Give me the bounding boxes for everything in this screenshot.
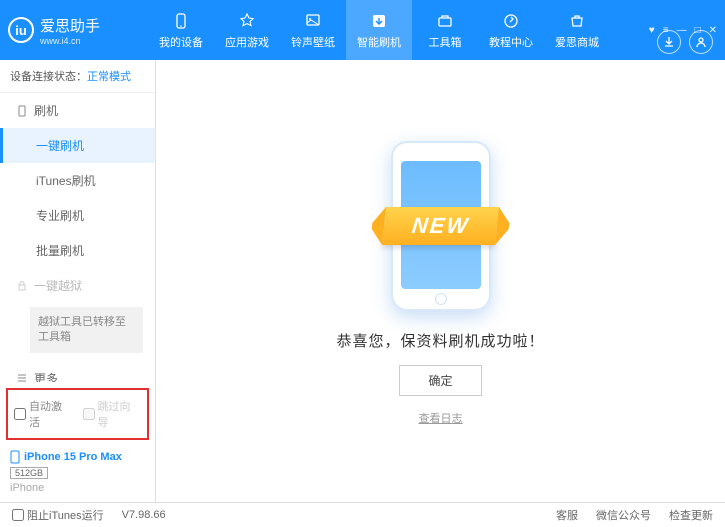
footer-link-wechat[interactable]: 微信公众号	[596, 507, 651, 523]
device-type: iPhone	[10, 482, 145, 494]
nav-item-2[interactable]: 铃声壁纸	[280, 0, 346, 60]
logo-icon: iu	[8, 17, 34, 43]
app-url: www.i4.cn	[40, 36, 100, 46]
phone-icon	[16, 105, 28, 117]
sidebar-item-flash-3[interactable]: 批量刷机	[0, 233, 155, 268]
section-flash[interactable]: 刷机	[0, 93, 155, 128]
nav-item-3[interactable]: 智能刷机	[346, 0, 412, 60]
device-icon	[10, 450, 20, 464]
view-log-link[interactable]: 查看日志	[419, 410, 463, 426]
options-highlight-box: 自动激活 跳过向导	[6, 388, 149, 440]
top-nav: 我的设备应用游戏铃声壁纸智能刷机工具箱教程中心爱思商城	[148, 0, 649, 60]
status-label: 设备连接状态：	[10, 71, 87, 83]
user-button[interactable]	[689, 30, 713, 54]
jailbreak-notice: 越狱工具已转移至工具箱	[30, 307, 143, 353]
footer: 阻止iTunes运行 V7.98.66 客服 微信公众号 检查更新	[0, 502, 725, 527]
nav-icon	[501, 11, 521, 31]
tray-icon[interactable]: ♥	[649, 25, 655, 36]
device-info[interactable]: iPhone 15 Pro Max 512GB iPhone	[0, 444, 155, 502]
list-icon	[16, 372, 28, 382]
app-header: iu 爱思助手 www.i4.cn 我的设备应用游戏铃声壁纸智能刷机工具箱教程中…	[0, 0, 725, 60]
lock-icon	[16, 280, 28, 292]
sidebar-item-flash-0[interactable]: 一键刷机	[0, 128, 155, 163]
nav-icon	[303, 11, 323, 31]
footer-link-support[interactable]: 客服	[556, 507, 578, 523]
nav-icon	[369, 11, 389, 31]
version-label: V7.98.66	[122, 509, 166, 521]
sidebar-item-flash-2[interactable]: 专业刷机	[0, 198, 155, 233]
nav-item-4[interactable]: 工具箱	[412, 0, 478, 60]
app-title: 爱思助手	[40, 15, 100, 36]
nav-item-0[interactable]: 我的设备	[148, 0, 214, 60]
new-ribbon: NEW	[382, 207, 499, 245]
nav-item-5[interactable]: 教程中心	[478, 0, 544, 60]
download-button[interactable]	[657, 30, 681, 54]
nav-icon	[435, 11, 455, 31]
nav-icon	[567, 11, 587, 31]
sidebar-item-flash-1[interactable]: iTunes刷机	[0, 163, 155, 198]
section-jailbreak: 一键越狱	[0, 268, 155, 303]
status-value: 正常模式	[87, 71, 131, 83]
success-illustration: NEW	[341, 136, 541, 316]
check-update-link[interactable]: 检查更新	[669, 507, 713, 523]
nav-icon	[171, 11, 191, 31]
nav-item-6[interactable]: 爱思商城	[544, 0, 610, 60]
confirm-button[interactable]: 确定	[399, 365, 481, 396]
section-more[interactable]: 更多	[0, 361, 155, 382]
main-content: NEW 恭喜您，保资料刷机成功啦！ 确定 查看日志	[156, 60, 725, 502]
auto-activate-checkbox[interactable]: 自动激活	[14, 398, 73, 430]
nav-item-1[interactable]: 应用游戏	[214, 0, 280, 60]
sidebar: 设备连接状态：正常模式 刷机 一键刷机iTunes刷机专业刷机批量刷机 一键越狱…	[0, 60, 156, 502]
logo-area: iu 爱思助手 www.i4.cn	[8, 15, 148, 46]
skip-guide-checkbox[interactable]: 跳过向导	[83, 398, 142, 430]
nav-icon	[237, 11, 257, 31]
device-status: 设备连接状态：正常模式	[0, 60, 155, 93]
block-itunes-checkbox[interactable]: 阻止iTunes运行	[12, 507, 104, 523]
device-storage: 512GB	[10, 467, 48, 479]
success-message: 恭喜您，保资料刷机成功啦！	[336, 330, 544, 351]
device-name: iPhone 15 Pro Max	[24, 451, 122, 463]
